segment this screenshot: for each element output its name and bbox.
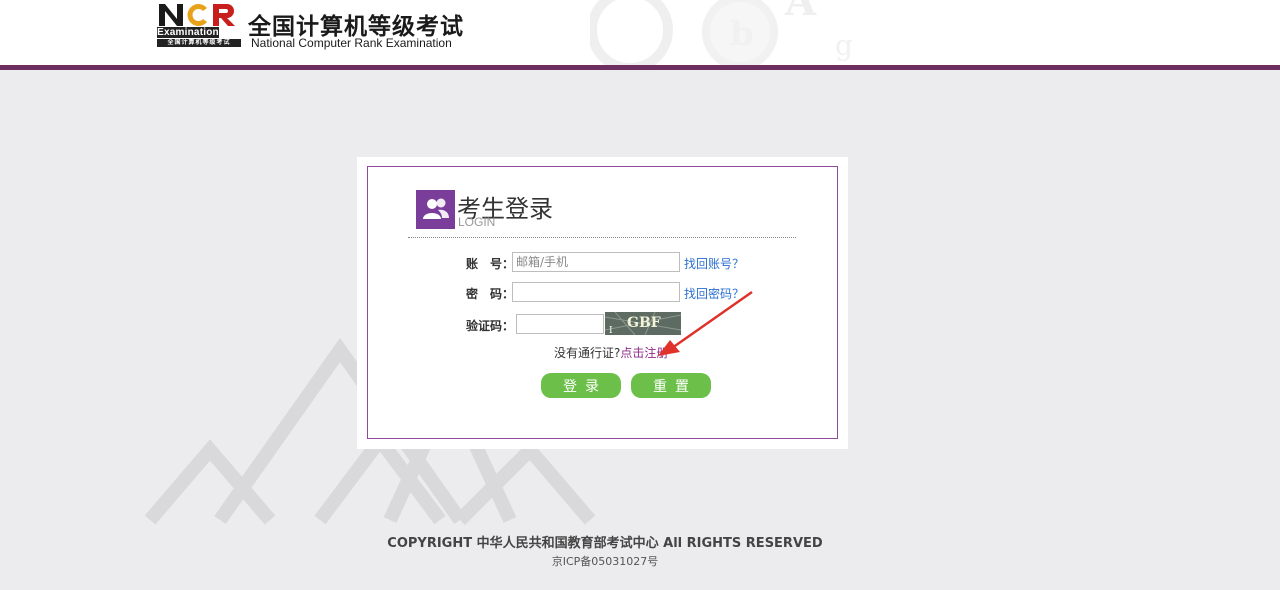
password-label: 密 码：	[466, 287, 515, 301]
login-button[interactable]: 登录	[541, 373, 621, 398]
login-panel: 考生登录 LOGIN 账 号： 找回账号？ 密 码： 找回密码？ 验证码： I	[357, 157, 848, 449]
login-subtitle: LOGIN	[458, 215, 496, 229]
reset-button[interactable]: 重置	[631, 373, 711, 398]
no-pass-text: 没有通行证?	[554, 346, 621, 360]
login-panel-frame: 考生登录 LOGIN 账 号： 找回账号？ 密 码： 找回密码？ 验证码： I	[367, 166, 838, 439]
recover-account-link[interactable]: 找回账号？	[684, 255, 744, 272]
captcha-label: 验证码：	[466, 319, 515, 333]
svg-text:A: A	[784, 0, 817, 25]
arrow-annotation	[658, 290, 753, 356]
users-icon	[416, 190, 455, 229]
header-accent-bar	[0, 65, 1280, 70]
svg-text:g: g	[835, 29, 853, 62]
svg-text:b: b	[730, 14, 754, 54]
captcha-input[interactable]	[516, 314, 604, 334]
svg-text:I: I	[609, 326, 613, 335]
logo-mark-icon	[159, 4, 235, 27]
icp-record: 京ICP备05031027号	[551, 555, 659, 568]
title-divider	[408, 237, 796, 238]
account-input[interactable]	[512, 252, 680, 272]
logo-examination-text: Examination	[157, 27, 219, 38]
account-label: 账 号：	[466, 257, 515, 271]
decorative-letters-background: A b g	[590, 0, 853, 66]
copyright-text: COPYRIGHT 中华人民共和国教育部考试中心 All RIGHTS RESE…	[387, 536, 823, 551]
logo-tagline: 全国计算机等级考试	[157, 39, 241, 47]
ncr-logo[interactable]: Examination 全国计算机等级考试	[157, 2, 242, 48]
site-subtitle: National Computer Rank Examination	[251, 36, 452, 50]
site-header: A b g Examination 全国计算机等级考试 全国计算机等级考试 Na…	[0, 0, 1280, 66]
